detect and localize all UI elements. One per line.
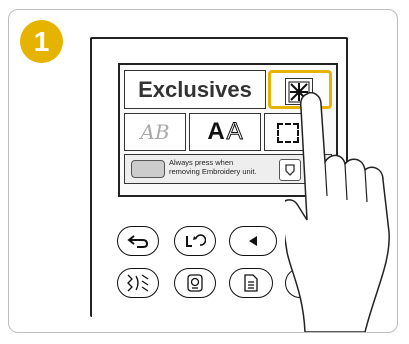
memory-button[interactable] [229,268,273,298]
embroidery-icon [187,274,203,292]
embroidery-unit-button[interactable] [174,268,216,298]
notice-line-2: removing Embroidery unit. [169,166,257,176]
pointing-hand-icon [285,92,390,332]
document-icon [244,274,258,292]
left-arrow-button[interactable] [229,226,277,256]
back-button[interactable] [117,226,159,256]
embroidery-unit-icon [131,160,165,178]
rotate-button[interactable] [174,226,216,256]
notice-text: Always press when removing Embroidery un… [169,158,257,176]
font-button[interactable]: A A [189,113,261,151]
pattern-button[interactable] [117,268,159,298]
rotate-icon [186,234,206,247]
script-font-button[interactable]: AB [124,113,186,151]
font-outline-sample: A [226,118,243,146]
return-arrow-icon [127,235,149,248]
exclusives-button[interactable]: Exclusives [124,70,266,109]
stitch-pattern-icon [127,274,149,292]
step-number-badge: 1 [20,20,63,63]
left-arrow-icon [249,236,257,246]
font-sample: A [207,118,225,145]
